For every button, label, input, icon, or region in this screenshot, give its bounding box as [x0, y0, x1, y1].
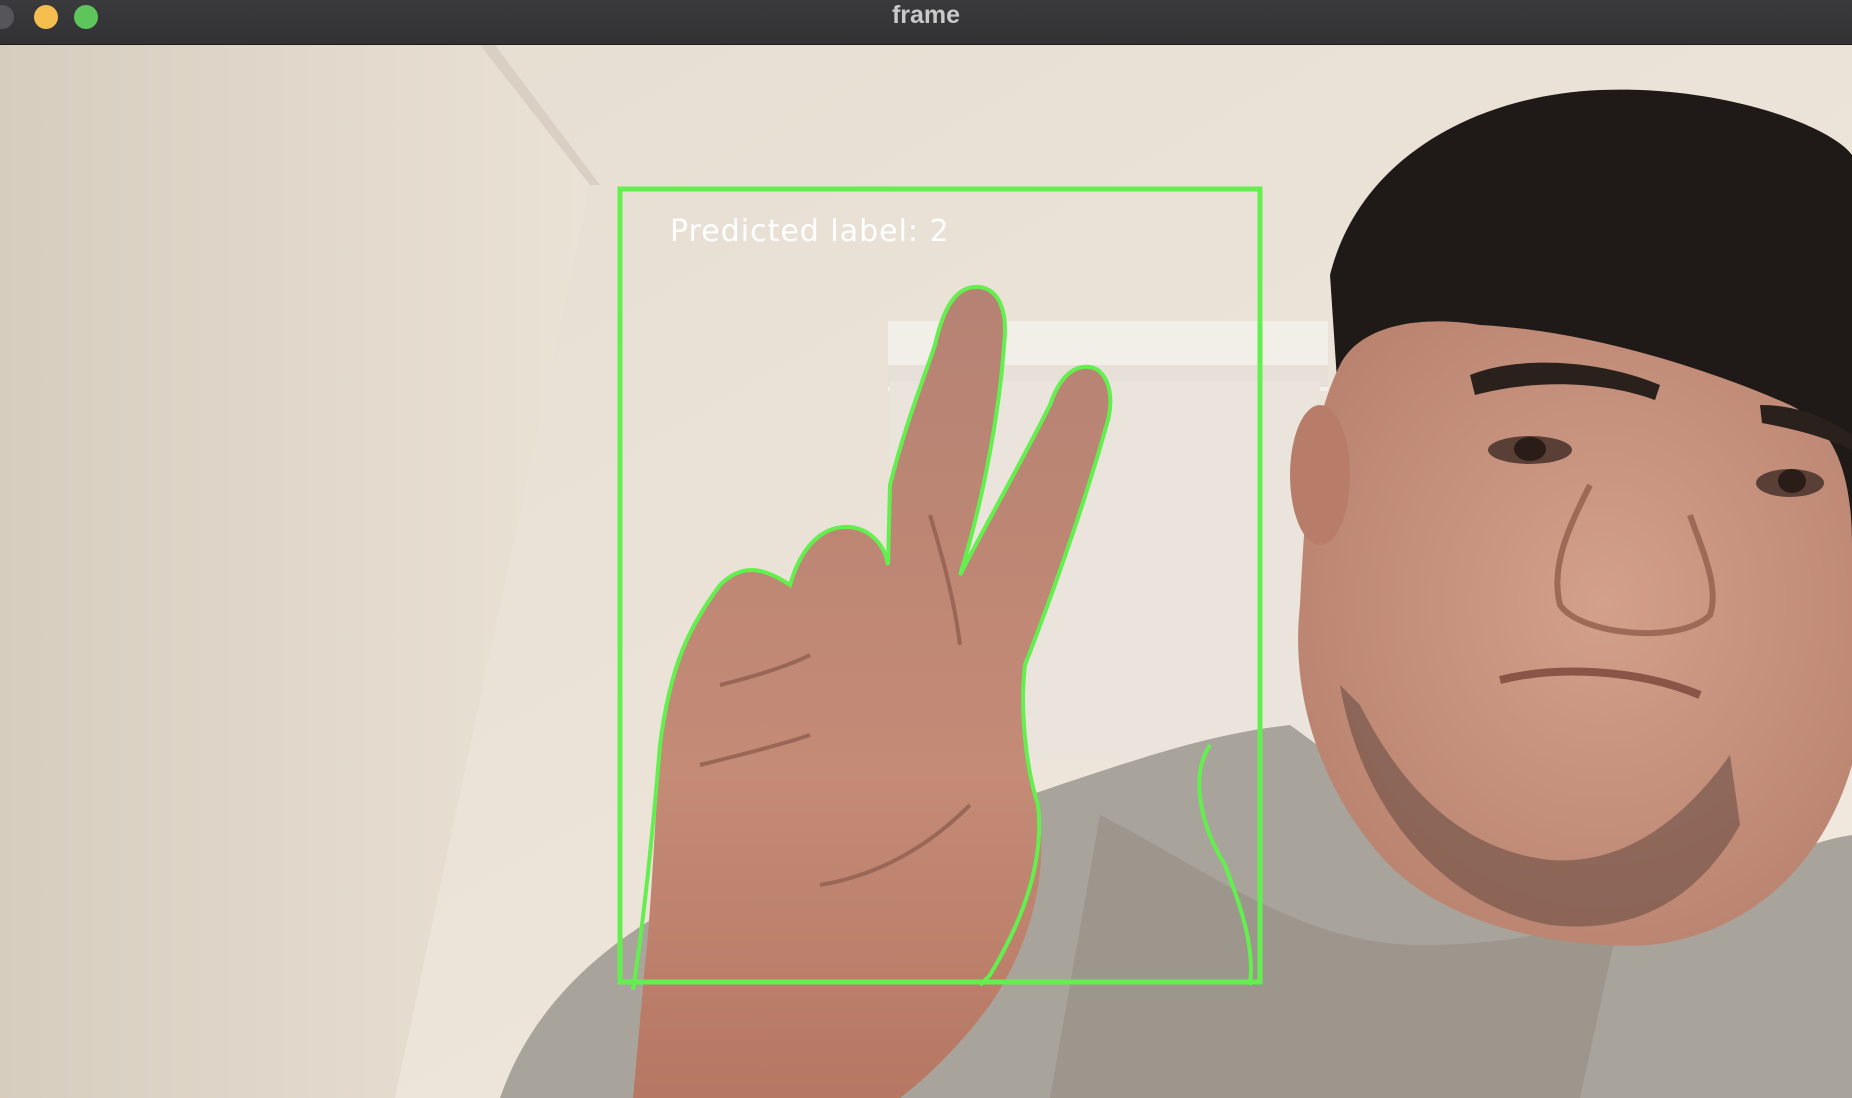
app-window: frame Predicted label: 2 [0, 0, 1852, 1098]
camera-image: Predicted label: 2 [0, 45, 1852, 1098]
camera-frame: Predicted label: 2 [0, 45, 1852, 1098]
window-title: frame [891, 1, 961, 29]
title-bar[interactable]: frame [0, 0, 1852, 45]
predicted-label: Predicted label: 2 [670, 214, 950, 249]
